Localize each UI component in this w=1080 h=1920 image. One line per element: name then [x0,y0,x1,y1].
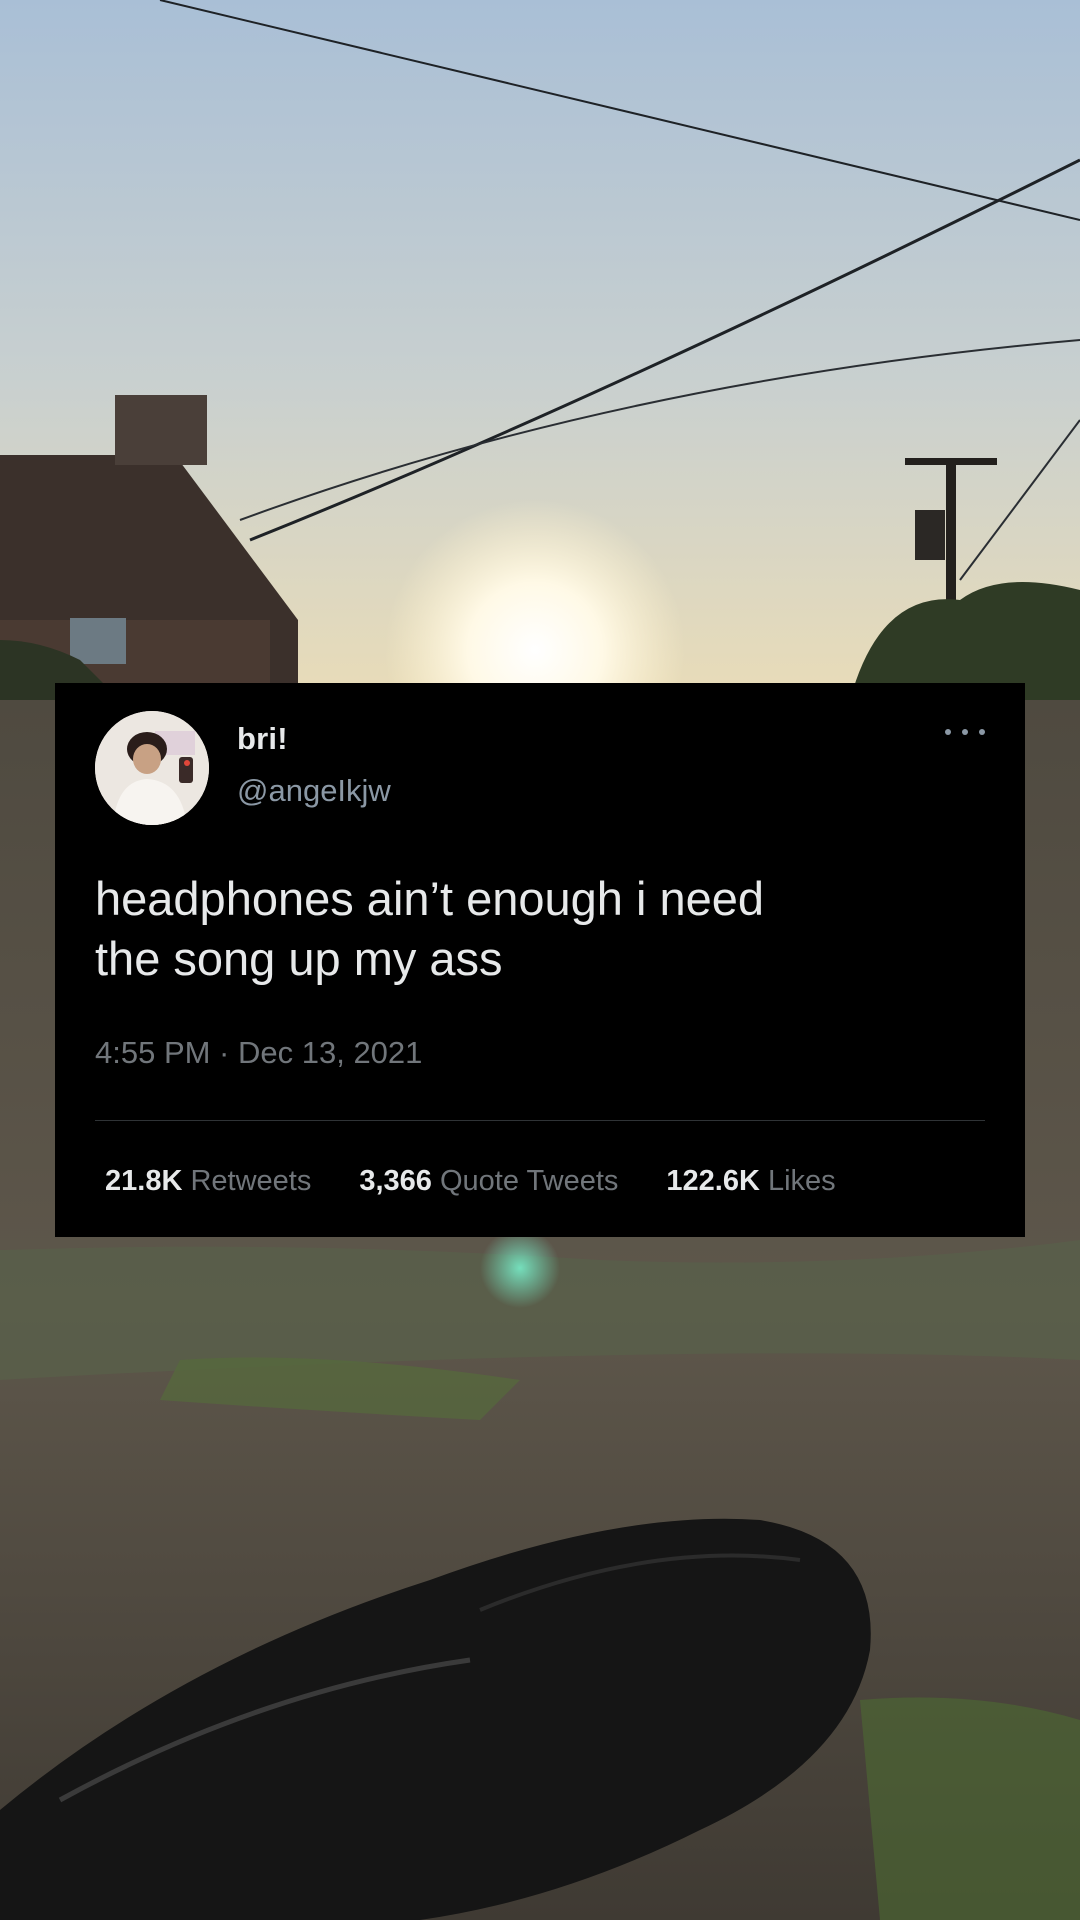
likes-count: 122.6K [666,1165,768,1197]
quote-tweets-label: Quote Tweets [439,1165,619,1197]
quote-tweets-count: 3,366 [359,1165,440,1197]
tweet-card: bri! @angeIkjw headphones ain’t enough i… [55,683,1025,1237]
tweet-timestamp[interactable]: 4:55 PM · Dec 13, 2021 [95,1035,422,1071]
quote-tweets-stat[interactable]: 3,366 Quote Tweets [359,1165,618,1198]
more-horizontal-icon [945,729,951,735]
retweets-stat[interactable]: 21.8K Retweets [105,1165,311,1198]
tweet-text: headphones ain’t enough i need the song … [95,872,765,985]
likes-label: Likes [767,1165,836,1197]
divider [95,1120,985,1121]
retweets-count: 21.8K [105,1165,191,1197]
retweets-label: Retweets [190,1165,312,1197]
username-handle[interactable]: @angeIkjw [237,773,391,809]
likes-stat[interactable]: 122.6K Likes [666,1165,835,1198]
avatar-image [95,711,209,825]
display-name[interactable]: bri! [237,721,288,757]
more-options-button[interactable] [945,725,985,739]
avatar[interactable] [95,711,209,825]
engagement-stats: 21.8K Retweets 3,366 Quote Tweets 122.6K… [105,1165,836,1198]
